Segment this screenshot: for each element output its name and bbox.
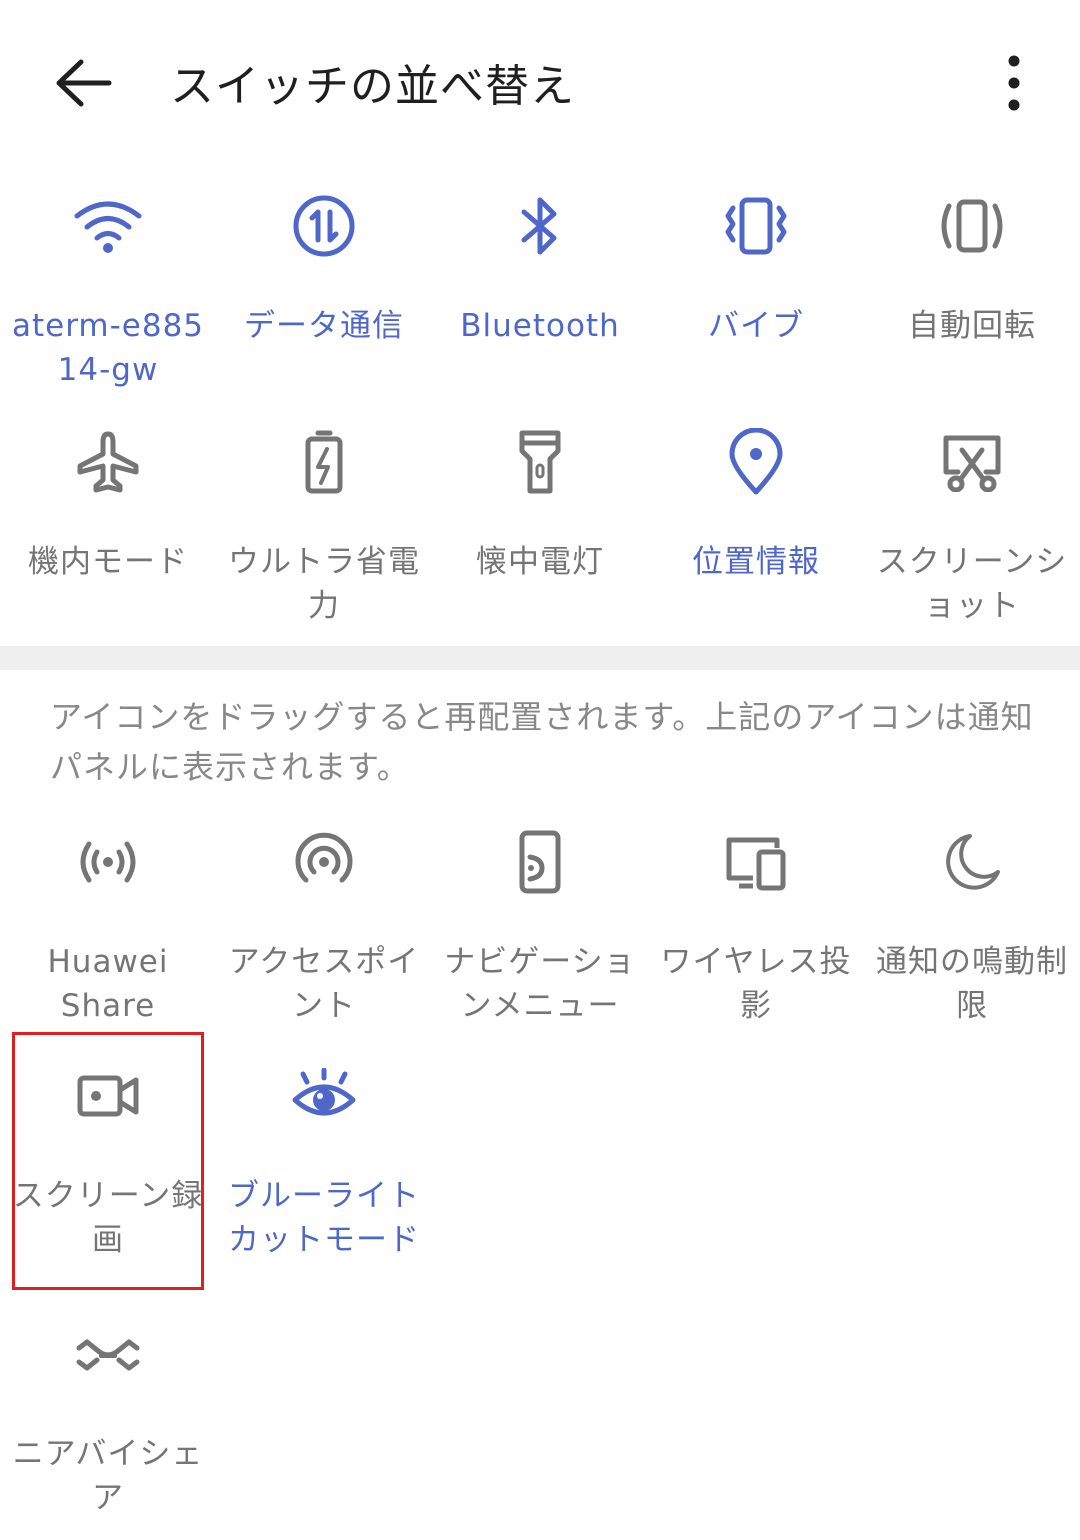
- tile-vibrate[interactable]: バイブ: [648, 176, 864, 386]
- tile-navigation-menu[interactable]: ナビゲーションメニュー: [432, 812, 648, 1024]
- tile-label: ウルトラ省電力: [228, 544, 420, 624]
- auto-rotate-icon: [922, 176, 1022, 276]
- screenshot-icon: [922, 412, 1022, 512]
- tile-label: aterm-e88514-gw: [11, 308, 205, 388]
- tile-hotspot[interactable]: アクセスポイント: [216, 812, 432, 1024]
- wireless-projection-icon: [706, 812, 806, 912]
- tile-label: データ通信: [244, 308, 404, 344]
- back-button[interactable]: [44, 44, 122, 122]
- location-icon: [706, 412, 806, 512]
- tile-label: バイブ: [708, 308, 804, 344]
- tile-label: アクセスポイント: [228, 944, 420, 1024]
- tile-label: Bluetooth: [460, 308, 620, 344]
- tile-location[interactable]: 位置情報: [648, 412, 864, 622]
- tile-screenshot[interactable]: スクリーンショット: [864, 412, 1080, 624]
- tile-airplane[interactable]: 機内モード: [0, 412, 216, 622]
- tile-huawei-share[interactable]: Huawei Share: [0, 812, 216, 1024]
- page-title: スイッチの並べ替え: [170, 61, 575, 112]
- bluetooth-icon: [490, 176, 590, 276]
- wifi-icon: [58, 176, 158, 276]
- flashlight-icon: [490, 412, 590, 512]
- tile-label: ナビゲーションメニュー: [444, 944, 636, 1024]
- tile-eye-comfort[interactable]: ブルーライトカットモード: [216, 1046, 432, 1258]
- tile-label: 位置情報: [692, 544, 820, 580]
- tile-label: スクリーンショット: [876, 544, 1068, 624]
- battery-saver-icon: [274, 412, 374, 512]
- app-bar: スイッチの並べ替え: [0, 0, 1080, 165]
- section-divider: [0, 646, 1080, 670]
- tile-label: ブルーライトカットモード: [228, 1178, 420, 1258]
- selection-highlight: [12, 1032, 204, 1290]
- hotspot-icon: [274, 812, 374, 912]
- more-options-button[interactable]: [992, 50, 1036, 116]
- airplane-icon: [58, 412, 158, 512]
- tile-label: 懐中電灯: [476, 544, 604, 580]
- tile-label: ニアバイシェア: [12, 1436, 204, 1516]
- tile-wifi[interactable]: aterm-e88514-gw: [0, 176, 216, 388]
- huawei-share-icon: [58, 812, 158, 912]
- mobile-data-icon: [274, 176, 374, 276]
- tile-mobile-data[interactable]: データ通信: [216, 176, 432, 386]
- tile-wireless-projection[interactable]: ワイヤレス投影: [648, 812, 864, 1024]
- tile-label: 機内モード: [28, 544, 188, 580]
- vibrate-icon: [706, 176, 806, 276]
- tile-label: 通知の鳴動制限: [876, 944, 1068, 1024]
- tile-nearby-share[interactable]: ニアバイシェア: [0, 1304, 216, 1516]
- arrow-left-icon: [56, 59, 112, 107]
- hint-text: アイコンをドラッグすると再配置されます。上記のアイコンは通知パネルに表示されます…: [50, 698, 1034, 786]
- tile-do-not-disturb[interactable]: 通知の鳴動制限: [864, 812, 1080, 1024]
- tile-auto-rotate[interactable]: 自動回転: [864, 176, 1080, 386]
- tile-flashlight[interactable]: 懐中電灯: [432, 412, 648, 622]
- tile-label: Huawei Share: [47, 944, 169, 1024]
- tile-label: 自動回転: [908, 308, 1036, 344]
- tile-label: ワイヤレス投影: [660, 944, 852, 1024]
- navigation-menu-icon: [490, 812, 590, 912]
- tile-battery-saver[interactable]: ウルトラ省電力: [216, 412, 432, 624]
- do-not-disturb-icon: [922, 812, 1022, 912]
- more-vert-icon: [1008, 55, 1020, 111]
- tile-bluetooth[interactable]: Bluetooth: [432, 176, 648, 386]
- eye-comfort-icon: [274, 1046, 374, 1146]
- nearby-share-icon: [58, 1304, 158, 1404]
